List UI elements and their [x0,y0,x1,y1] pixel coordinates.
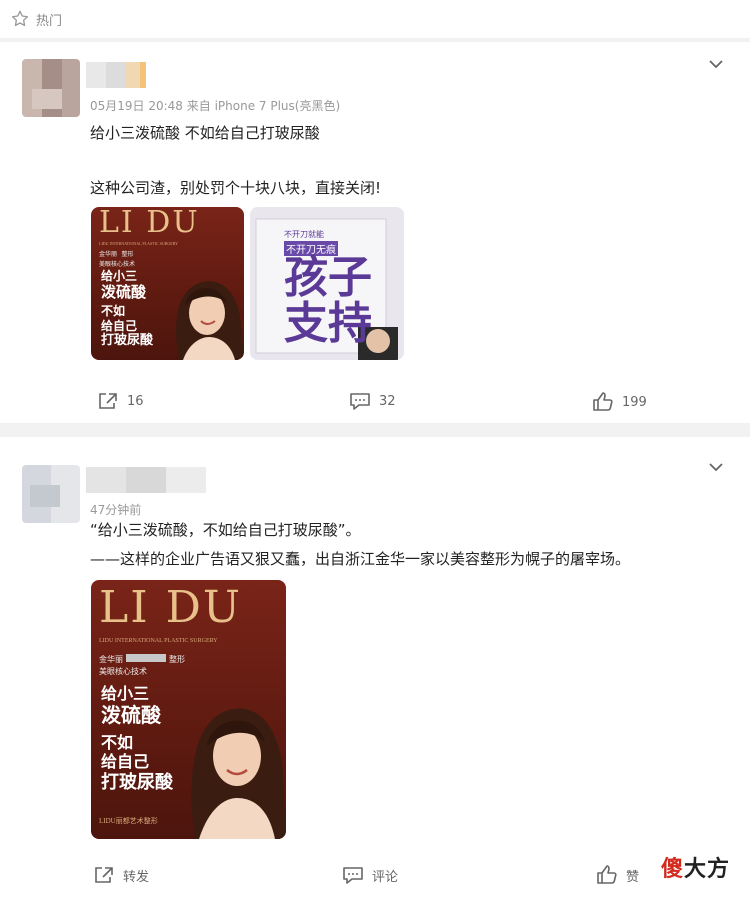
top-bar: 热门 [0,0,750,38]
poster-subtitle: LIDU INTERNATIONAL PLASTIC SURGERY [99,638,218,644]
comment-label: 评论 [372,869,399,885]
poster-image[interactable]: LI DU LIDU INTERNATIONAL PLASTIC SURGERY… [91,207,244,360]
chevron-down-icon[interactable] [708,56,724,75]
woman-photo [191,708,286,839]
sign-image[interactable]: 不开刀就能 不开刀无痕 孩子 支持 [250,207,404,360]
comment-count: 32 [379,393,396,409]
poster-slogan: 给小三 泼硫酸 不如 给自己 打玻尿酸 [101,684,173,793]
post-card-2: 47分钟前 “给小三泼硫酸，不如给自己打玻尿酸”。 ——这样的企业广告语又狠又蠢… [0,437,750,911]
poster-small-text: 金华丽 整形 [99,654,185,664]
poster-footer: LIDU丽都艺术整形 [99,817,158,825]
post-meta: 05月19日 20:48 来自 iPhone 7 Plus(亮黑色) [90,99,341,113]
share-button[interactable]: 16 [97,391,144,411]
post-card-1: 05月19日 20:48 来自 iPhone 7 Plus(亮黑色) 给小三泼硫… [0,42,750,423]
poster-brand: LI DU [99,207,200,240]
post-text-line-1: 给小三泼硫酸 不如给自己打玻尿酸 [90,124,320,142]
post-meta: 47分钟前 [90,503,142,517]
share-icon [95,867,113,883]
sign-small-text-1: 不开刀就能 [284,230,324,239]
username-blurred[interactable] [86,62,146,88]
post-text-line-2: ——这样的企业广告语又狠又蠢，出自浙江金华一家以美容整形为幌子的屠宰场。 [90,550,631,568]
comment-button[interactable]: 评论 [342,865,398,885]
post-text-line-2: 这种公司渣，别处罚个十块八块，直接关闭! [90,179,382,197]
star-outline-icon [10,9,30,33]
post-text-line-1: “给小三泼硫酸，不如给自己打玻尿酸”。 [90,521,361,539]
like-button[interactable]: 199 [592,392,647,412]
like-label: 赞 [626,869,640,885]
chevron-down-icon[interactable] [708,459,724,478]
poster-small-text-2: 美眼核心技术 [99,262,136,268]
thumbs-up-icon [593,392,613,411]
share-button[interactable]: 转发 [93,865,149,885]
poster-brand: LI DU [99,582,242,633]
share-icon [99,393,117,409]
like-button[interactable]: 赞 [596,865,639,885]
hot-label: 热门 [36,14,63,29]
poster-small-text: 金华丽 整形 [99,252,134,258]
share-count: 16 [127,393,144,409]
watermark: 傻大方 [660,857,730,882]
avatar[interactable] [22,59,80,117]
comment-icon [343,867,363,884]
avatar[interactable] [22,465,80,523]
share-label: 转发 [123,869,150,885]
poster-small-text-2: 美眼核心技术 [99,667,147,676]
username-blurred[interactable] [86,467,206,493]
comment-icon [350,393,370,410]
poster-image[interactable]: LI DU LIDU INTERNATIONAL PLASTIC SURGERY… [91,580,286,839]
woman-photo [176,281,244,360]
like-count: 199 [622,394,647,410]
comment-button[interactable]: 32 [349,391,396,411]
sign-big-text: 孩子 支持 [284,252,372,350]
poster-subtitle: LIDU INTERNATIONAL PLASTIC SURGERY [99,241,179,246]
thumbs-up-icon [597,865,617,884]
poster-slogan: 给小三 泼硫酸 不如 给自己 打玻尿酸 [101,269,154,349]
